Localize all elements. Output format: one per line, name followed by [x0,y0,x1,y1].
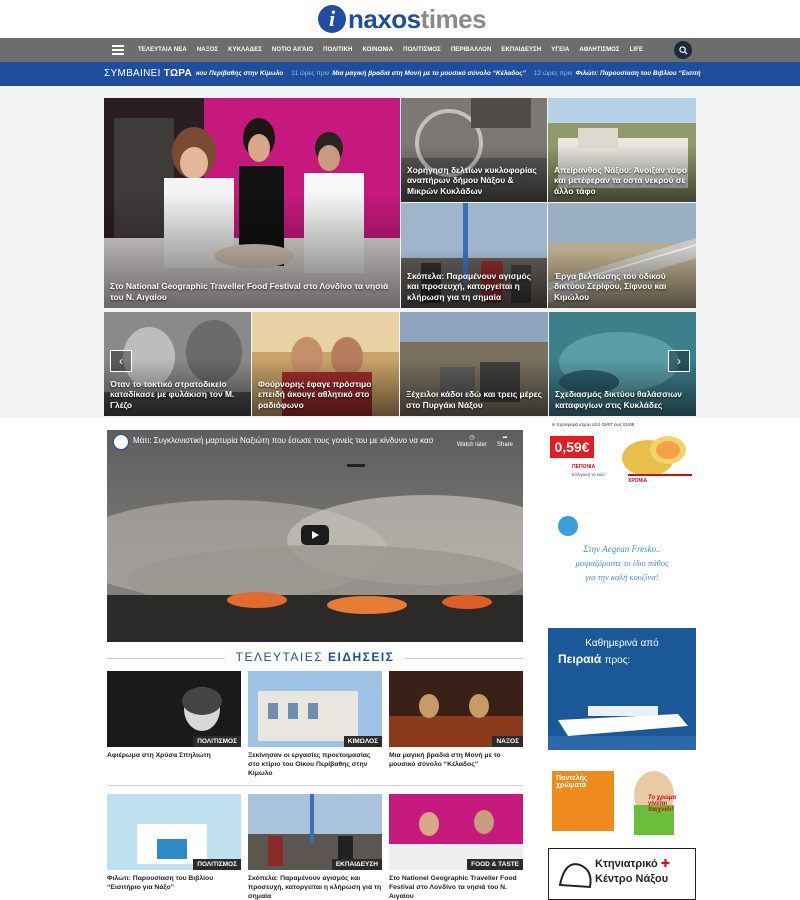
ticker-item[interactable]: 12 ώρες πριν Φιλώτι: Παρουσίαση του Βιβλί… [534,70,701,77]
slider-next-button[interactable]: › [668,350,690,372]
news-card[interactable]: ΚΙΜΩΛΟΣ Ξεκίνησαν οι εργασίες προετοιμασ… [248,671,382,778]
hero-caption: Έργα βελτίωσης του οδικού δικτύου Σερίφο… [554,270,667,302]
news-card[interactable]: ΕΚΠΑΙΔΕΥΣΗ Σκόπελα: Παραμένουν αγισμός κ… [248,794,382,900]
hero-caption: Φούρνορης έφαγε πρόστιμο επειδή άκουγε α… [258,378,372,410]
logo-wordmark: naxostimes [348,3,487,34]
ad-ferry[interactable]: Καθημερινά από Πειραιά προς: [548,628,696,750]
hero-caption: Σχεδιασμός δικτύου θαλάσσιων καταφυγίων … [555,389,682,410]
nav-item[interactable]: ΠΟΛΙΤΙΣΜΟΣ [403,47,441,53]
news-card[interactable]: ΝΑΞΟΣ Μια μαγική βραδιά στη Μονή με το μ… [389,671,523,769]
video-controls: ◷ Watch later ➦ Share [457,434,513,448]
ad-aegean-fresko[interactable]: Στην Aegean Fresko.. μοιραζόμαστε το ίδι… [548,510,696,616]
hero-tile-bakery[interactable]: Φούρνορης έφαγε πρόστιμο επειδή άκουγε α… [252,312,399,416]
nav-item[interactable]: ΝΟΤΙΟ ΑΙΓΑΙΟ [272,47,313,53]
chevron-left-icon: ‹ [119,354,123,368]
news-card[interactable]: FOOD & TASTE Στο Nationel Geographic Tra… [389,794,523,900]
ferry-image [548,706,696,750]
hero-caption: Στο National Geographic Traveller Food F… [110,281,389,302]
main-nav: ΤΕΛΕΥΤΑΙΑ ΝΕΑ ΝΑΞΟΣ ΚΥΚΛΑΔΕΣ ΝΟΤΙΟ ΑΙΓΑΙΟ ΠΟ… [0,38,800,62]
ticker-item[interactable]: κου Περίβαθης στην Κίμωλο [193,70,283,77]
nav-item[interactable]: ΑΘΛΗΤΙΣΜΟΣ [579,47,619,53]
slider-prev-button[interactable]: ‹ [110,350,132,372]
chevron-right-icon: › [677,354,681,368]
hero-caption: Χορήγηση δελτίων κυκλοφορίας αναπήρων δή… [407,164,537,196]
melon-image [622,436,686,476]
hamburger-icon[interactable] [112,45,124,55]
breaking-news-ticker: ΣΥΜΒΑΙΝΕΙ ΤΩΡΑ κου Περίβαθης στην Κίμωλο… [0,62,800,86]
hero-tile-parade[interactable]: Σκόπελα: Παραμένουν αγισμός και προσευχή… [401,203,547,308]
share-icon: ➦ [502,435,508,441]
hero-caption: Απείρανθος Νάξου: Άνοιξαν τάφο και μετέφ… [554,164,688,196]
hero-tile-wheelchair[interactable]: Χορήγηση δελτίων κυκλοφορίας αναπήρων δή… [401,98,547,202]
ticker-items: κου Περίβαθης στην Κίμωλο 11 ώρες πριν Μια… [193,70,701,77]
ticker-item[interactable]: 11 ώρες πριν Μια μαγική βραδιά στη Μονή μ… [291,70,526,77]
nav-item[interactable]: ΠΕΡΙΒΑΛΛΟΝ [451,47,492,53]
hero-caption: Όταν το τοκτικό στρατοδικείο καταδίκασε … [110,378,235,410]
hero-tile-cemetery[interactable]: Απείρανθος Νάξου: Άνοιξαν τάφο και μετέφ… [548,98,696,202]
news-card[interactable]: ΠΟΛΙΤΙΣΜΟΣ Φιλώτι: Παρουσίαση του Βιβλίο… [107,794,241,892]
ad-vet-clinic[interactable]: Κτηνιατρικό ✚ Κέντρο Νάξου [548,848,696,900]
watch-later-button[interactable]: ◷ Watch later [457,434,487,448]
ticker-label: ΣΥΜΒΑΙΝΕΙ ΤΩΡΑ [104,68,193,79]
clock-icon: ◷ [469,435,475,441]
nav-items: ΤΕΛΕΥΤΑΙΑ ΝΕΑ ΝΑΞΟΣ ΚΥΚΛΑΔΕΣ ΝΟΤΙΟ ΑΙΓΑΙΟ ΠΟ… [138,38,643,62]
news-card[interactable]: ΠΟΛΙΤΙΣΜΟΣ Αφιέρωμα στη Χρύσα Σπηλιώτη [107,671,241,760]
nav-item[interactable]: ΥΓΕΙΑ [551,47,569,53]
hero-caption: Ξέχειλοι κάδοι εδώ και τρεις μέρες στο Π… [406,389,542,410]
ad-melon[interactable]: Η προσφορά ισχύει από 19/07 έως 01/08 0,… [548,418,696,498]
play-button[interactable] [301,525,329,545]
aegean-fresko-logo [558,516,578,536]
ad-pantelis-paints[interactable]: Παντελής χρώματα Το χρώμα γίνεται παιχνί… [548,765,696,835]
nav-item[interactable]: ΚΟΙΝΩΝΙΑ [362,47,393,53]
nav-item[interactable]: ΠΟΛΙΤΙΚΗ [323,47,352,53]
site-logo[interactable]: i naxostimes [318,3,487,34]
embedded-video[interactable]: Μάτι: Συγκλονιστική μαρτυρία Ναξιώτη που… [107,430,523,642]
hero-caption: Σκόπελα: Παραμένουν αγισμός και προσευχή… [407,270,532,302]
nav-item[interactable]: ΚΥΚΛΑΔΕΣ [228,47,262,53]
hero-tile-road[interactable]: Έργα βελτίωσης του οδικού δικτύου Σερίφο… [548,203,696,308]
nav-item[interactable]: ΕΚΠΑΙΔΕΥΣΗ [501,47,541,53]
header: i naxostimes [0,0,800,38]
nav-item[interactable]: LIFE [630,47,643,53]
hero-tile-bins[interactable]: Ξέχειλοι κάδοι εδώ και τρεις μέρες στο Π… [400,312,548,416]
vet-logo-icon [558,863,592,889]
play-icon [312,531,319,539]
divider [107,785,523,786]
latest-news-heading: ΤΕΛΕΥΤΑΙΕΣ ΕΙΔΗΣΕΙΣ [107,650,523,666]
search-icon[interactable] [674,41,692,59]
logo-mark: i [318,5,346,33]
channel-avatar[interactable] [113,434,129,450]
nav-item[interactable]: ΤΕΛΕΥΤΑΙΑ ΝΕΑ [138,47,187,53]
share-button[interactable]: ➦ Share [497,434,513,448]
nav-item[interactable]: ΝΑΞΟΣ [197,47,218,53]
hero-tile-food-festival[interactable]: Στο National Geographic Traveller Food F… [104,98,400,308]
video-title[interactable]: Μάτι: Συγκλονιστική μαρτυρία Ναξιώτη που… [133,436,434,445]
